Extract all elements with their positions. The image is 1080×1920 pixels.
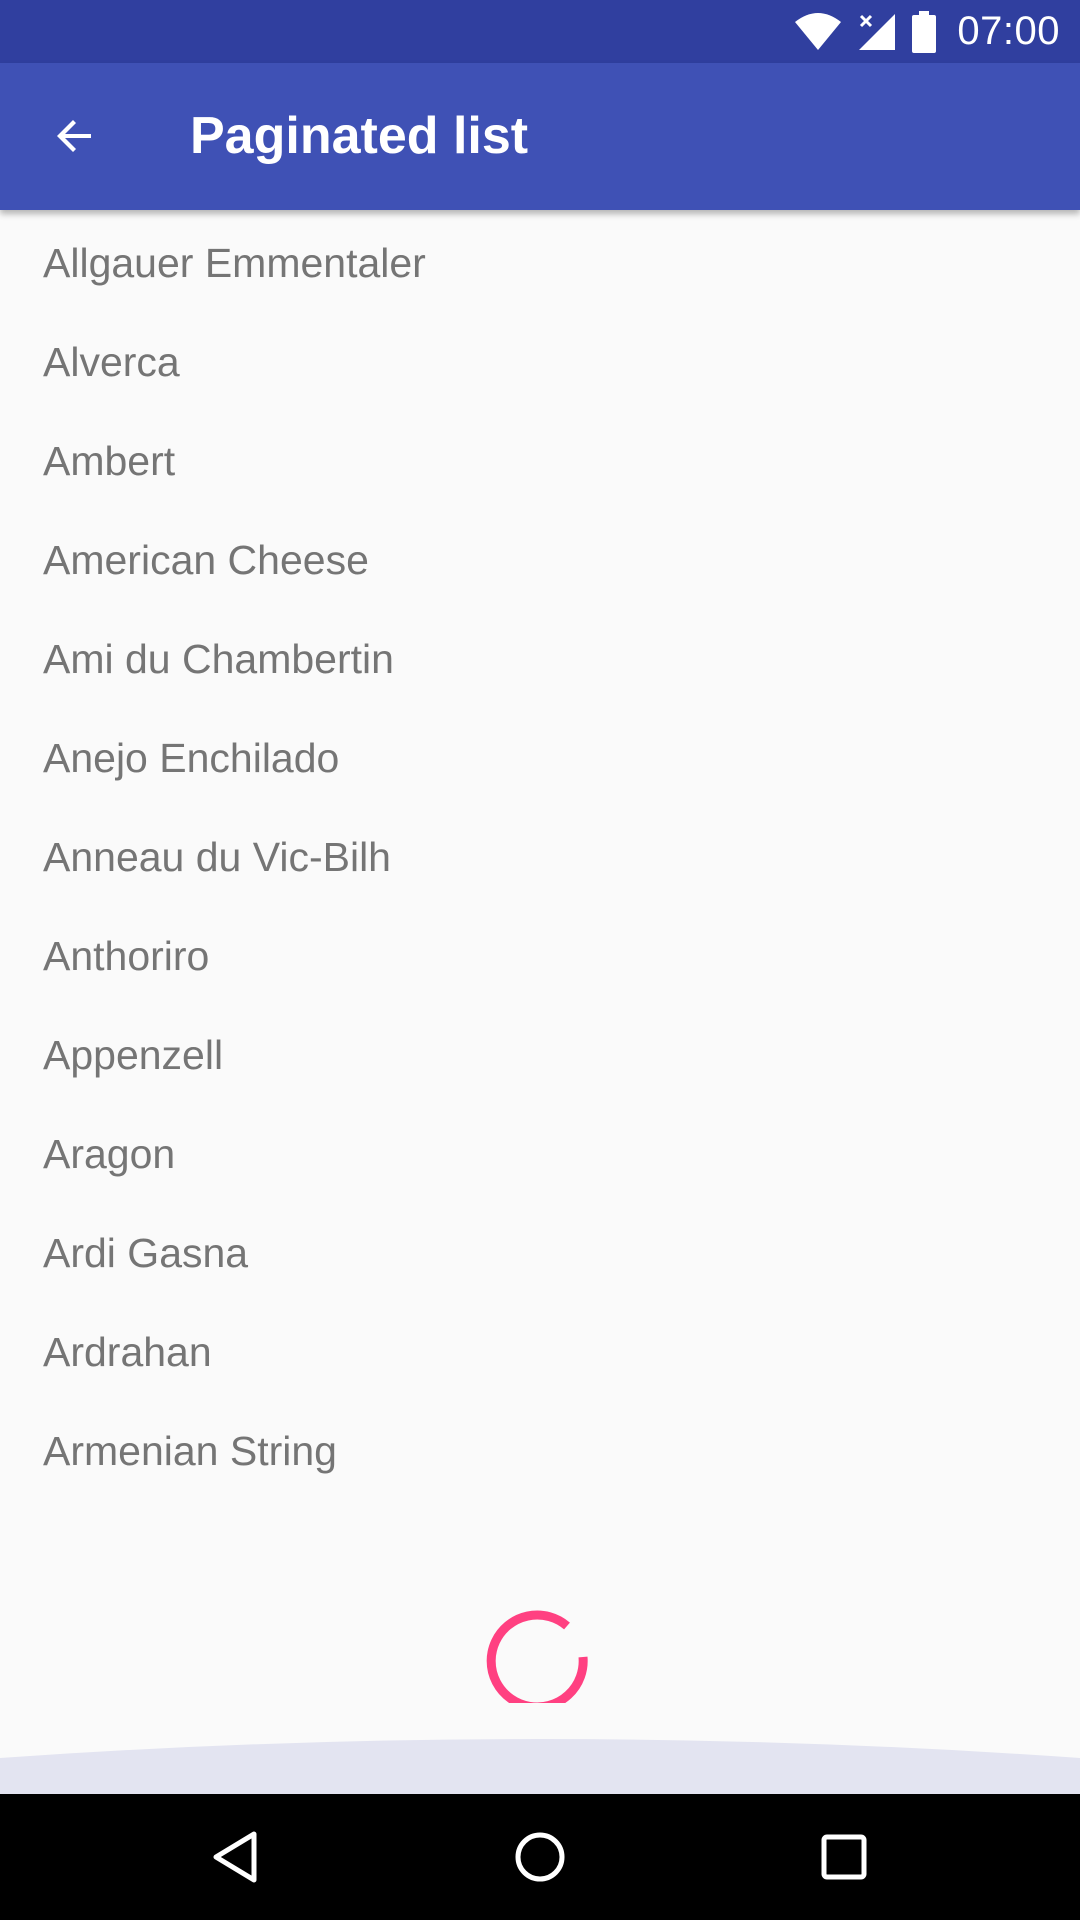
page-title: Paginated list <box>190 107 529 165</box>
wifi-icon <box>795 12 842 50</box>
loading-spinner-icon <box>486 1610 588 1703</box>
recents-square-icon <box>821 1834 867 1880</box>
arrow-back-icon <box>57 120 91 152</box>
cheese-list: Allgauer Emmentaler Alverca Ambert Ameri… <box>0 214 1080 1501</box>
nav-home-button[interactable] <box>505 1822 575 1892</box>
overscroll-glow <box>0 1739 1080 1794</box>
list-item[interactable]: Alverca <box>0 313 1080 412</box>
back-triangle-icon <box>213 1831 257 1883</box>
status-bar: 07:00 <box>0 0 1080 63</box>
app-bar: Paginated list <box>0 63 1080 210</box>
list-item[interactable]: Armenian String <box>0 1402 1080 1501</box>
nav-back-button[interactable] <box>200 1822 270 1892</box>
nav-recents-button[interactable] <box>809 1822 879 1892</box>
battery-icon <box>912 10 937 53</box>
list-item[interactable]: Appenzell <box>0 1006 1080 1105</box>
list-item[interactable]: Allgauer Emmentaler <box>0 214 1080 313</box>
navigation-bar <box>0 1794 1080 1920</box>
list-item[interactable]: Ardrahan <box>0 1303 1080 1402</box>
list-item[interactable]: Aragon <box>0 1105 1080 1204</box>
list-item[interactable]: Anthoriro <box>0 907 1080 1006</box>
list-item[interactable]: Anejo Enchilado <box>0 709 1080 808</box>
home-circle-icon <box>515 1832 565 1882</box>
list-item[interactable]: Ardi Gasna <box>0 1204 1080 1303</box>
list-item[interactable]: Ambert <box>0 412 1080 511</box>
status-time: 07:00 <box>957 9 1060 53</box>
signal-icon <box>859 13 896 50</box>
list-item[interactable]: Ami du Chambertin <box>0 610 1080 709</box>
list-item[interactable]: Anneau du Vic-Bilh <box>0 808 1080 907</box>
list-item[interactable]: American Cheese <box>0 511 1080 610</box>
back-button[interactable] <box>30 91 120 181</box>
status-icons: 07:00 <box>793 0 1060 63</box>
